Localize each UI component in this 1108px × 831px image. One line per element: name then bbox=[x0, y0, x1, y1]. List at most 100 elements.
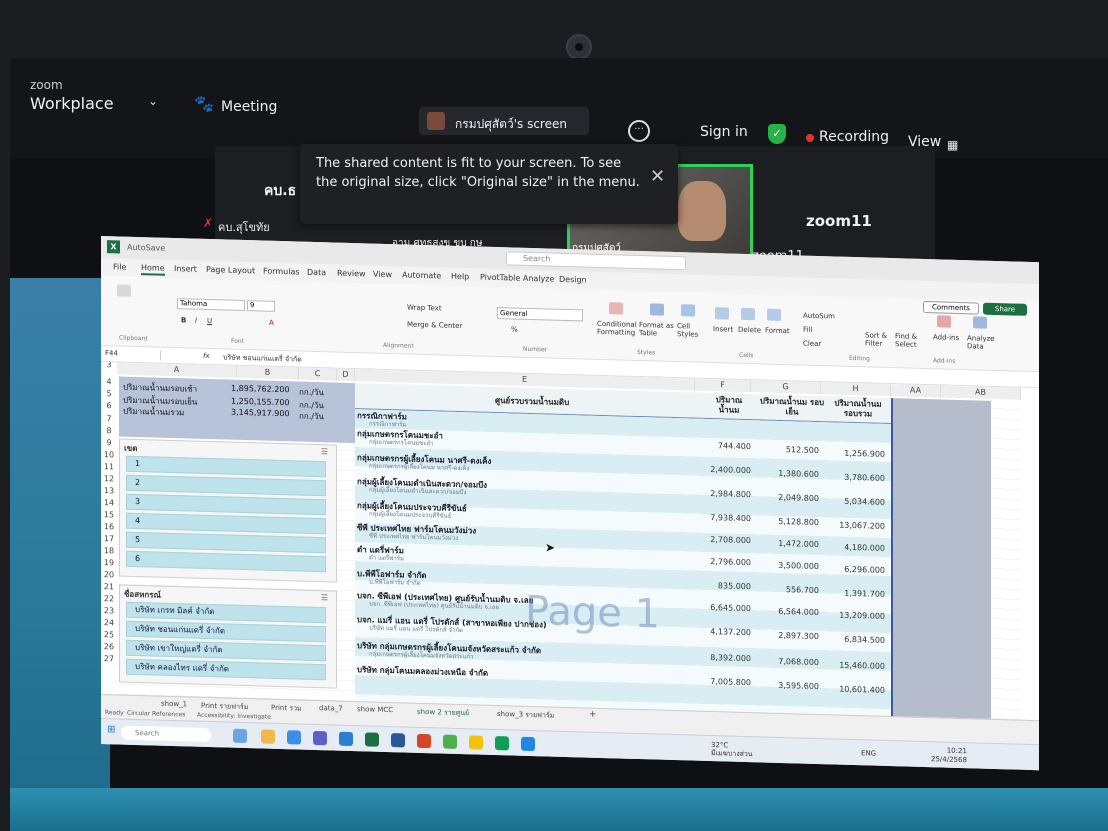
slicer-item[interactable]: บริษัท ชอนแก่นแดรี่ จำกัด bbox=[126, 620, 326, 643]
close-icon[interactable]: ✕ bbox=[650, 166, 665, 187]
grid-view-icon[interactable]: ▦ bbox=[947, 138, 958, 152]
app-icon[interactable] bbox=[495, 736, 509, 751]
taskbar-search[interactable]: Search bbox=[121, 725, 211, 743]
conditional-formatting-button[interactable]: Conditional Formatting bbox=[597, 320, 637, 337]
more-options-button[interactable]: ··· bbox=[628, 120, 650, 142]
tab-formulas[interactable]: Formulas bbox=[263, 267, 300, 277]
sort-filter-button[interactable]: Sort & Filter bbox=[865, 331, 891, 348]
analyze-data-icon[interactable] bbox=[973, 316, 987, 329]
row-header[interactable]: 18 bbox=[101, 546, 117, 555]
column-header[interactable]: H bbox=[821, 382, 891, 397]
row-header[interactable]: 9 bbox=[101, 438, 117, 447]
column-header[interactable]: AA bbox=[891, 384, 941, 398]
tab-automate[interactable]: Automate bbox=[402, 270, 441, 280]
column-header[interactable]: AB bbox=[941, 385, 1021, 400]
tab-review[interactable]: Review bbox=[337, 269, 366, 279]
pivot-header-total[interactable]: ปริมาณน้ำนม รอบรวม bbox=[827, 398, 889, 420]
summary-value[interactable]: 1,895,762.200 bbox=[231, 384, 290, 395]
tab-file[interactable]: File bbox=[113, 262, 126, 271]
format-as-table-button[interactable]: Format as Table bbox=[639, 321, 675, 338]
row-header[interactable]: 27 bbox=[101, 654, 117, 663]
chrome-icon[interactable] bbox=[469, 735, 483, 750]
worksheet[interactable]: A B C D E F G H AA AB 3 4 5 6 7 8 9 10 1… bbox=[101, 362, 1039, 721]
format-table-icon[interactable] bbox=[650, 303, 664, 316]
row-header[interactable]: 24 bbox=[101, 618, 117, 627]
file-explorer-icon[interactable] bbox=[261, 729, 275, 744]
bold-icon[interactable]: B bbox=[181, 316, 186, 324]
weather-widget[interactable]: 32°C มีเมฆบางส่วน bbox=[711, 741, 753, 758]
multi-select-icon[interactable]: ☰ bbox=[321, 593, 328, 602]
column-header[interactable]: C bbox=[299, 367, 337, 381]
app-icon[interactable] bbox=[521, 736, 535, 752]
column-header[interactable]: G bbox=[751, 380, 821, 395]
sign-in-button[interactable]: Sign in bbox=[700, 124, 748, 140]
analyze-data-button[interactable]: Analyze Data bbox=[967, 334, 995, 351]
conditional-format-icon[interactable] bbox=[609, 302, 623, 315]
row-header[interactable]: 5 bbox=[101, 389, 117, 398]
fill-button[interactable]: Fill bbox=[803, 326, 812, 334]
teams-icon[interactable] bbox=[313, 730, 327, 746]
sheet-tab[interactable]: show_1 bbox=[161, 700, 187, 709]
sheet-tab[interactable]: show MCC bbox=[357, 705, 393, 714]
row-header[interactable]: 7 bbox=[101, 414, 117, 423]
font-size-select[interactable]: 9 bbox=[247, 300, 275, 312]
insert-button[interactable]: Insert bbox=[713, 325, 733, 334]
autosave-toggle[interactable]: AutoSave bbox=[127, 243, 165, 253]
zoom-icon[interactable] bbox=[339, 731, 353, 747]
row-header[interactable]: 26 bbox=[101, 642, 117, 651]
format-button[interactable]: Format bbox=[765, 327, 790, 336]
excel-icon[interactable] bbox=[365, 732, 379, 747]
recording-indicator[interactable]: Recording bbox=[819, 129, 889, 145]
row-header[interactable]: 12 bbox=[101, 474, 117, 483]
tab-help[interactable]: Help bbox=[451, 272, 469, 282]
underline-icon[interactable]: U bbox=[207, 317, 212, 325]
column-header[interactable]: D bbox=[337, 368, 355, 382]
name-box[interactable]: F44 bbox=[105, 349, 161, 361]
row-header[interactable]: 25 bbox=[101, 630, 117, 639]
share-button[interactable]: Share bbox=[983, 302, 1027, 316]
row-header[interactable]: 13 bbox=[101, 486, 117, 495]
font-name-select[interactable]: Tahoma bbox=[177, 298, 245, 312]
formula-input[interactable]: บริษัท ชอนแก่นแดรี่ จำกัด bbox=[223, 352, 302, 365]
find-select-button[interactable]: Find & Select bbox=[895, 332, 921, 349]
format-cells-icon[interactable] bbox=[767, 308, 781, 321]
tab-home[interactable]: Home bbox=[141, 263, 165, 276]
row-header[interactable]: 23 bbox=[101, 606, 117, 615]
summary-value[interactable]: 1,250,155.700 bbox=[231, 397, 290, 408]
slicer-item[interactable]: 6 bbox=[126, 550, 326, 573]
status-accessibility[interactable]: Accessibility: Investigate bbox=[197, 712, 271, 721]
font-color-icon[interactable]: A bbox=[269, 319, 274, 327]
row-header[interactable]: 14 bbox=[101, 498, 117, 507]
pivot-header-evening[interactable]: ปริมาณน้ำนม รอบเย็น bbox=[759, 396, 825, 418]
multi-select-icon[interactable]: ☰ bbox=[321, 447, 328, 456]
sheet-tab[interactable]: data_7 bbox=[319, 704, 343, 713]
row-header[interactable]: 22 bbox=[101, 594, 117, 603]
row-header[interactable]: 16 bbox=[101, 522, 117, 531]
row-header[interactable]: 4 bbox=[101, 377, 117, 386]
wrap-text-button[interactable]: Wrap Text bbox=[407, 304, 442, 313]
windows-start-icon[interactable]: ⊞ bbox=[107, 724, 115, 735]
percent-icon[interactable]: % bbox=[511, 325, 518, 333]
tab-page-layout[interactable]: Page Layout bbox=[206, 265, 255, 275]
slicer-item[interactable]: 4 bbox=[126, 512, 326, 535]
pivot-header-morning[interactable]: ปริมาณ น้ำนม bbox=[707, 395, 751, 416]
slicer-item[interactable]: บริษัท เกรท มิลค์ จำกัด bbox=[126, 601, 326, 624]
row-header[interactable]: 21 bbox=[101, 582, 117, 591]
summary-value[interactable]: 3,145,917.900 bbox=[231, 408, 290, 419]
language-indicator[interactable]: ENG bbox=[861, 749, 876, 757]
powerpoint-icon[interactable] bbox=[417, 733, 431, 749]
comments-button[interactable]: Comments bbox=[923, 300, 979, 315]
fx-icon[interactable]: fx bbox=[203, 352, 210, 360]
meeting-menu[interactable]: Meeting bbox=[221, 99, 277, 115]
tab-data[interactable]: Data bbox=[307, 268, 326, 278]
row-header[interactable]: 19 bbox=[101, 558, 117, 567]
cell-styles-icon[interactable] bbox=[681, 304, 695, 317]
addins-icon[interactable] bbox=[937, 315, 951, 328]
column-header[interactable]: B bbox=[237, 365, 299, 380]
addins-button[interactable]: Add-ins bbox=[933, 333, 959, 342]
paw-icon[interactable]: 🐾 bbox=[194, 94, 214, 113]
clock[interactable]: 10:21 25/4/2568 bbox=[931, 746, 967, 765]
slicer-item[interactable]: บริษัท เขาใหญ่แดรี่ จำกัด bbox=[126, 639, 326, 662]
status-circular[interactable]: Circular References bbox=[127, 710, 185, 719]
number-format-select[interactable]: General bbox=[497, 307, 583, 322]
